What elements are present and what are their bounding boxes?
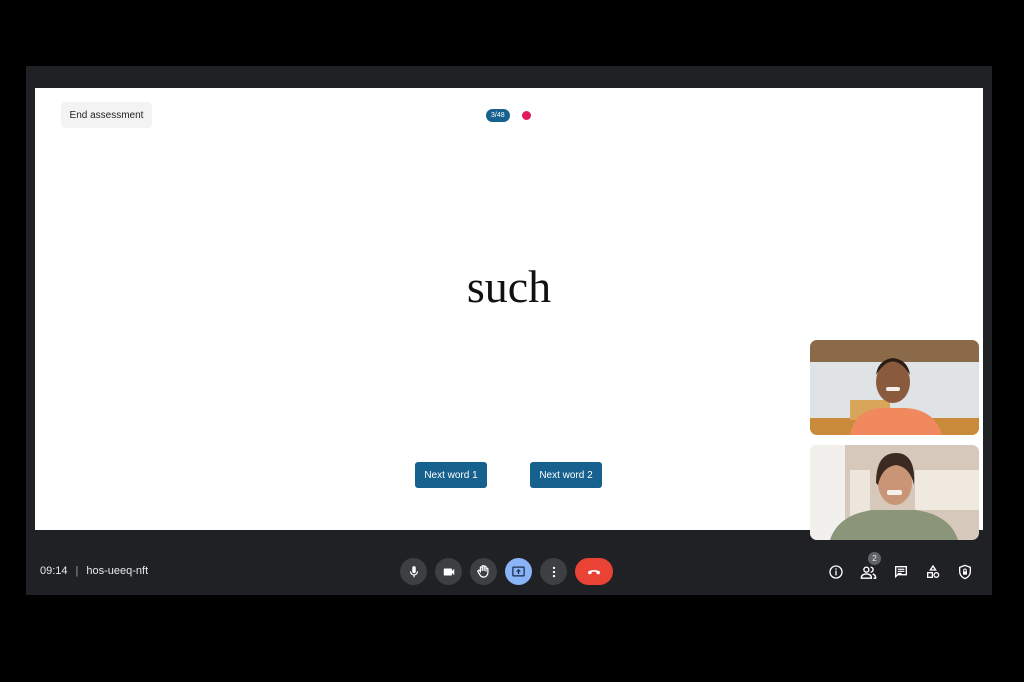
people-button[interactable] [858,562,878,582]
host-controls-button[interactable] [955,562,975,582]
present-screen-icon [512,566,525,577]
next-word-2-button[interactable]: Next word 2 [530,462,602,488]
more-options-button[interactable] [540,558,567,585]
meeting-details-button[interactable] [826,562,846,582]
next-word-1-button[interactable]: Next word 1 [415,462,487,488]
participant-tile-adult[interactable] [810,445,979,540]
more-options-icon [552,566,555,577]
recording-indicator [522,111,531,120]
separator: | [75,565,79,577]
present-screen-button[interactable] [505,558,532,585]
meeting-window: End assessment 3/48 such Next word 1 Nex… [26,66,992,595]
meeting-time: 09:14 [40,565,68,577]
info-icon [829,565,843,579]
participant-count-badge: 2 [868,552,881,565]
microphone-icon [409,565,418,577]
microphone-button[interactable] [400,558,427,585]
camera-button[interactable] [435,558,462,585]
people-icon [860,565,876,579]
end-assessment-button[interactable]: End assessment [61,102,152,128]
participant-adult-video [810,445,979,540]
raise-hand-button[interactable] [470,558,497,585]
participant-child-video [810,340,979,435]
raise-hand-icon [477,564,489,578]
meeting-code: hos-ueeq-nft [86,565,149,577]
activities-icon [927,564,940,578]
current-word: such [466,261,552,312]
chat-button[interactable] [891,562,911,582]
host-controls-icon [959,564,971,580]
participant-tile-child[interactable] [810,340,979,435]
camera-icon [443,568,454,575]
end-call-button[interactable] [575,558,613,585]
meeting-info: 09:14 | hos-ueeq-nft [40,565,148,577]
progress-counter: 3/48 [486,109,510,122]
end-call-icon [587,569,601,574]
activities-button[interactable] [923,562,943,582]
chat-icon [895,566,907,579]
